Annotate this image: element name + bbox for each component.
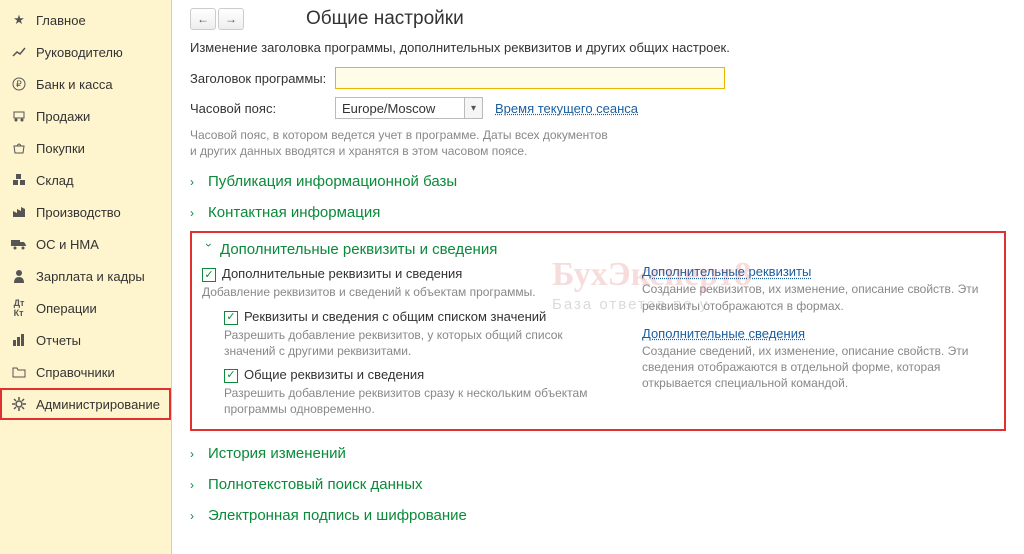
sidebar-item-purchases[interactable]: Покупки [0,132,171,164]
checkbox-additional-main[interactable] [202,268,216,282]
chart-icon [10,44,28,60]
svg-text:₽: ₽ [16,79,22,89]
basket-icon [10,140,28,156]
section-signature[interactable]: ›Электронная подпись и шифрование [190,507,1006,524]
sidebar-item-label: Производство [36,205,121,220]
chevron-right-icon: › [190,447,204,461]
timezone-label: Часовой пояс: [190,101,335,116]
cb2-hint: Разрешить добавление реквизитов, у котор… [224,327,602,359]
factory-icon [10,204,28,220]
ruble-icon: ₽ [10,76,28,92]
sidebar-item-label: Зарплата и кадры [36,269,145,284]
chevron-right-icon: › [190,509,204,523]
sidebar-item-label: Банк и касса [36,77,113,92]
chevron-down-icon[interactable]: ▾ [465,97,483,119]
sidebar-item-sales[interactable]: Продажи [0,100,171,132]
sidebar-item-label: Покупки [36,141,85,156]
sidebar-item-manager[interactable]: Руководителю [0,36,171,68]
person-icon [10,268,28,284]
chevron-down-icon: › [202,243,216,257]
checkbox-label: Дополнительные реквизиты и сведения [222,266,462,281]
timezone-select[interactable]: Europe/Moscow [335,97,465,119]
page-title: Общие настройки [306,8,464,30]
sidebar: ★ Главное Руководителю ₽ Банк и касса Прод… [0,0,172,554]
section-additional-box: ›Дополнительные реквизиты и сведения Доп… [190,231,1006,431]
desc-additional-attributes: Создание реквизитов, их изменение, описа… [642,281,994,313]
sidebar-item-label: Справочники [36,365,115,380]
checkbox-shared-list[interactable] [224,311,238,325]
nav-back-button[interactable]: ← [190,8,216,30]
journal-icon: ДтКт [10,300,28,316]
checkbox-common[interactable] [224,369,238,383]
section-fulltext[interactable]: ›Полнотекстовый поиск данных [190,476,1006,493]
sidebar-item-main[interactable]: ★ Главное [0,4,171,36]
cart-icon [10,108,28,124]
chevron-right-icon: › [190,478,204,492]
boxes-icon [10,172,28,188]
page-description: Изменение заголовка программы, дополните… [190,40,1006,55]
sidebar-item-warehouse[interactable]: Склад [0,164,171,196]
sidebar-item-label: ОС и НМА [36,237,99,252]
sidebar-item-bank[interactable]: ₽ Банк и касса [0,68,171,100]
sidebar-item-label: Продажи [36,109,90,124]
cb3-hint: Разрешить добавление реквизитов сразу к … [224,385,602,417]
sidebar-item-label: Отчеты [36,333,81,348]
sidebar-item-assets[interactable]: ОС и НМА [0,228,171,260]
checkbox-label: Реквизиты и сведения с общим списком зна… [244,309,546,324]
timezone-hint: Часовой пояс, в котором ведется учет в п… [190,127,610,159]
bars-icon [10,332,28,348]
sidebar-item-label: Склад [36,173,74,188]
link-additional-attributes[interactable]: Дополнительные реквизиты [642,264,811,279]
cb1-hint: Добавление реквизитов и сведений к объек… [202,284,602,300]
sidebar-item-label: Администрирование [36,397,160,412]
sidebar-item-label: Операции [36,301,97,316]
sidebar-item-reports[interactable]: Отчеты [0,324,171,356]
sidebar-item-production[interactable]: Производство [0,196,171,228]
program-title-input[interactable] [335,67,725,89]
sidebar-item-catalogs[interactable]: Справочники [0,356,171,388]
desc-additional-info: Создание сведений, их изменение, описани… [642,343,994,392]
session-time-link[interactable]: Время текущего сеанса [495,101,638,116]
toolbar: ← → Общие настройки [190,8,1006,30]
main-content: БухЭксперт8 База ответов по у ← → Общие … [172,0,1024,554]
checkbox-label: Общие реквизиты и сведения [244,367,424,382]
nav-forward-button[interactable]: → [218,8,244,30]
section-additional[interactable]: ›Дополнительные реквизиты и сведения [202,241,994,258]
folder-icon [10,364,28,380]
star-icon: ★ [10,12,28,28]
sidebar-item-administration[interactable]: Администрирование [0,388,171,420]
section-history[interactable]: ›История изменений [190,445,1006,462]
chevron-right-icon: › [190,206,204,220]
sidebar-item-operations[interactable]: ДтКт Операции [0,292,171,324]
section-publication[interactable]: ›Публикация информационной базы [190,173,1006,190]
program-title-label: Заголовок программы: [190,71,335,86]
truck-icon [10,236,28,252]
sidebar-item-salary[interactable]: Зарплата и кадры [0,260,171,292]
gear-icon [10,396,28,412]
sidebar-item-label: Руководителю [36,45,123,60]
chevron-right-icon: › [190,175,204,189]
sidebar-item-label: Главное [36,13,86,28]
section-contact[interactable]: ›Контактная информация [190,204,1006,221]
link-additional-info[interactable]: Дополнительные сведения [642,326,805,341]
